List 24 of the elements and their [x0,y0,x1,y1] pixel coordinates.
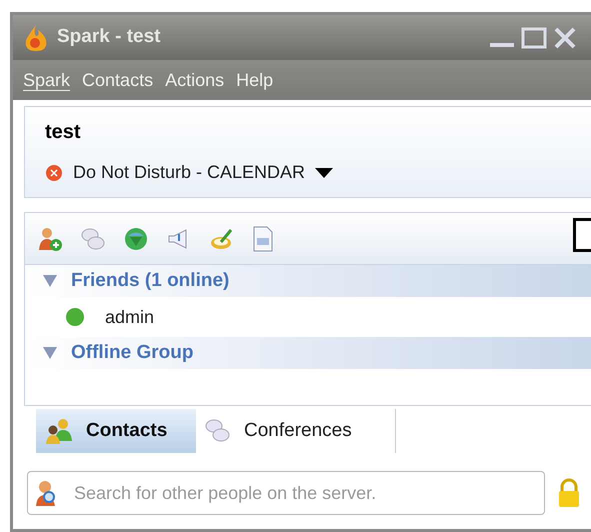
menu-item[interactable]: Spark [23,66,70,94]
chat-bubbles-icon[interactable] [80,226,106,252]
contact-name: admin [105,306,154,328]
profile-name: test [45,120,82,145]
search-field[interactable]: Search for other people on the server. [27,471,545,515]
close-icon[interactable] [553,26,577,50]
add-contact-icon[interactable] [37,226,63,252]
status-dropdown[interactable]: Do Not Disturb - CALENDAR [45,159,334,186]
contact-row[interactable]: admin [25,297,591,337]
busy-status-icon [45,164,63,182]
caret-icon [315,166,334,178]
document-icon[interactable] [252,226,274,252]
menu-item[interactable]: Actions [165,66,224,94]
download-globe-icon[interactable] [123,226,149,252]
people-icon [44,417,74,445]
flame-logo-icon [23,24,49,52]
expanded-triangle-icon [43,274,57,288]
expanded-triangle-icon [43,346,57,360]
menu-item[interactable]: Help [236,66,274,94]
menu-item[interactable]: Contacts [82,66,154,94]
maximize-icon[interactable] [521,26,547,50]
window-title: Spark - test [57,25,160,50]
tab[interactable]: Contacts [36,409,196,453]
lock-icon [557,478,581,508]
